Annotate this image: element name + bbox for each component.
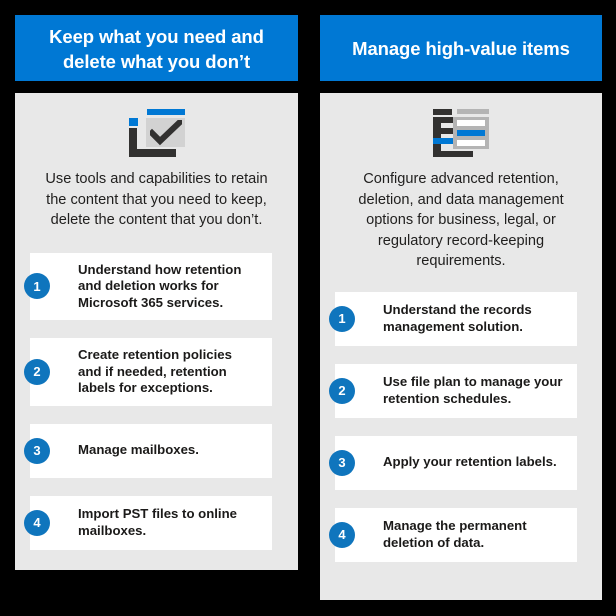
step-label: Understand how retention and deletion wo… [78, 261, 242, 310]
records-icon-row-3-highlight [433, 138, 455, 144]
step-card[interactable]: Use file plan to manage your retention s… [335, 363, 577, 418]
checklist-icon [128, 109, 185, 157]
step-label: Manage the permanent deletion of data. [383, 518, 527, 550]
column-header-title: Keep what you need and delete what you d… [49, 26, 264, 72]
list-item[interactable]: 4 Manage the permanent deletion of data. [320, 507, 602, 562]
infographic-board: Keep what you need and delete what you d… [0, 0, 616, 616]
step-label: Create retention policies and if needed,… [78, 347, 232, 395]
list-item[interactable]: 4 Import PST files to online mailboxes. [15, 495, 298, 550]
icon-container-high-value-items [320, 93, 602, 165]
list-item[interactable]: 3 Apply your retention labels. [320, 435, 602, 490]
records-icon-row-4 [433, 151, 473, 157]
records-icon-document-line-1 [457, 120, 485, 126]
step-number-badge: 2 [24, 358, 50, 385]
records-icon-document-line-3 [457, 140, 485, 146]
checklist-icon-top-bar [146, 109, 185, 115]
step-number-badge: 4 [24, 509, 50, 536]
step-card[interactable]: Apply your retention labels. [335, 435, 577, 490]
step-number-badge: 3 [24, 437, 50, 464]
steps-list-high-value-items: 1 Understand the records management solu… [320, 291, 602, 562]
step-number-badge: 1 [329, 305, 355, 332]
icon-container-keep-delete [15, 93, 298, 165]
step-label: Apply your retention labels. [383, 454, 557, 470]
checklist-icon-blue-square [128, 118, 138, 126]
step-label: Import PST files to online mailboxes. [78, 506, 237, 538]
column-panel-high-value-items: Configure advanced retention, deletion, … [320, 93, 602, 600]
steps-list-keep-delete: 1 Understand how retention and deletion … [15, 252, 298, 550]
column-header-high-value-items: Manage high-value items [320, 15, 602, 81]
step-card[interactable]: Manage mailboxes. [30, 423, 272, 478]
records-icon-top-bar [433, 109, 452, 115]
checklist-icon-bottom-edge [128, 149, 176, 157]
list-item[interactable]: 2 Create retention policies and if neede… [15, 338, 298, 406]
step-card[interactable]: Understand the records management soluti… [335, 291, 577, 346]
step-card[interactable]: Create retention policies and if needed,… [30, 338, 272, 406]
step-number-badge: 3 [329, 449, 355, 476]
list-item[interactable]: 2 Use file plan to manage your retention… [320, 363, 602, 418]
column-header-keep-delete: Keep what you need and delete what you d… [15, 15, 298, 81]
step-label: Manage mailboxes. [78, 442, 199, 458]
column-intro-high-value-items: Configure advanced retention, deletion, … [358, 171, 564, 269]
column-panel-keep-delete: Use tools and capabilities to retain the… [15, 93, 298, 570]
step-number-badge: 1 [24, 273, 50, 300]
step-card[interactable]: Understand how retention and deletion wo… [30, 252, 272, 320]
checkmark-icon [149, 120, 182, 146]
step-card[interactable]: Import PST files to online mailboxes. [30, 495, 272, 550]
records-icon-row-2 [433, 128, 455, 134]
step-label: Use file plan to manage your retention s… [383, 374, 563, 406]
records-icon-document-line-2-highlight [457, 130, 485, 136]
records-icon-document-cap [457, 109, 489, 114]
list-item[interactable]: 1 Understand the records management solu… [320, 291, 602, 346]
list-item[interactable]: 3 Manage mailboxes. [15, 423, 298, 478]
step-card[interactable]: Manage the permanent deletion of data. [335, 507, 577, 562]
list-item[interactable]: 1 Understand how retention and deletion … [15, 252, 298, 320]
step-label: Understand the records management soluti… [383, 302, 532, 334]
column-header-title: Manage high-value items [352, 38, 570, 59]
records-management-icon [433, 109, 489, 157]
step-number-badge: 2 [329, 377, 355, 404]
step-number-badge: 4 [329, 521, 355, 548]
records-icon-row-1 [433, 117, 455, 123]
column-intro-keep-delete: Use tools and capabilities to retain the… [45, 171, 268, 228]
